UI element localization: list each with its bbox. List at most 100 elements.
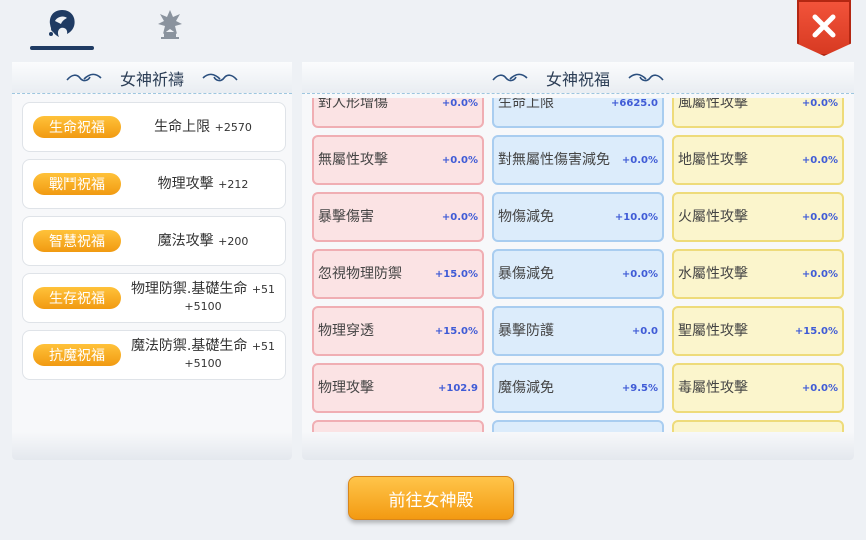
stat-value: +10.0% <box>614 211 658 223</box>
blessing-desc: 魔法攻擊 +200 <box>127 217 279 265</box>
stat-cell: 暴傷減免 +0.0% <box>492 249 664 299</box>
stat-name: 聖屬性攻擊 <box>678 322 748 339</box>
blessing-desc: 物理攻擊 +212 <box>127 160 279 208</box>
stat-value: +0.0% <box>441 211 478 223</box>
stat-cell: 物理穿透 +15.0% <box>312 306 484 356</box>
stat-cell: 毒屬性攻擊 +0.0% <box>672 363 844 413</box>
stat-value: +0.0% <box>801 268 838 280</box>
stats-scroll-area[interactable]: 對人形增傷 +0.0% 生命上限 +6625.0 風屬性攻擊 +0.0% 無屬性攻擊 +0.0… <box>312 98 844 456</box>
blessing-row: 戰鬥祝福 物理攻擊 +212 <box>22 159 286 209</box>
prayer-panel-footer <box>12 432 292 460</box>
blessing-row: 生存祝福 物理防禦.基礎生命 +51 +5100 <box>22 273 286 323</box>
goddess-head-icon <box>45 7 79 45</box>
stat-name: 火屬性攻擊 <box>678 208 748 225</box>
blessing-value-secondary: +5100 <box>184 357 222 370</box>
stat-value: +102.9 <box>437 382 478 394</box>
stats-panel-header: 女神祝福 <box>302 62 854 94</box>
stat-value: +15.0% <box>794 325 838 337</box>
stat-cell: 生命上限 +6625.0 <box>492 98 664 128</box>
stat-name: 暴擊傷害 <box>318 208 374 225</box>
go-to-goddess-temple-button[interactable]: 前往女神殿 <box>348 476 514 520</box>
stat-value: +0.0% <box>801 98 838 109</box>
stat-cell: 忽視物理防禦 +15.0% <box>312 249 484 299</box>
close-icon <box>811 13 837 43</box>
stat-name: 物理穿透 <box>318 322 374 339</box>
stat-cell: 地屬性攻擊 +0.0% <box>672 135 844 185</box>
stat-name: 水屬性攻擊 <box>678 265 748 282</box>
stat-cell: 暴擊防護 +0.0 <box>492 306 664 356</box>
blessing-stat: 魔法攻擊 <box>157 232 214 249</box>
blessing-tag: 智慧祝福 <box>33 230 121 252</box>
stat-name: 忽視物理防禦 <box>318 265 402 282</box>
stat-cell: 無屬性攻擊 +0.0% <box>312 135 484 185</box>
blessing-tag: 生存祝福 <box>33 287 121 309</box>
blessing-row: 智慧祝福 魔法攻擊 +200 <box>22 216 286 266</box>
blessing-value: +200 <box>218 234 249 248</box>
tab-crest[interactable] <box>138 6 202 46</box>
wave-ornament-icon <box>628 73 664 81</box>
stats-panel-footer <box>302 432 854 460</box>
stat-name: 無屬性攻擊 <box>318 151 388 168</box>
stat-name: 生命上限 <box>498 98 554 111</box>
stat-value: +0.0% <box>621 154 658 166</box>
tab-goddess[interactable] <box>30 6 94 50</box>
stat-name: 暴擊防護 <box>498 322 554 339</box>
stat-cell: 對無屬性傷害減免 +0.0% <box>492 135 664 185</box>
blessing-row: 生命祝福 生命上限 +2570 <box>22 102 286 152</box>
blessing-value: +2570 <box>214 120 252 134</box>
wave-ornament-icon <box>202 73 238 81</box>
stat-cell: 物理攻擊 +102.9 <box>312 363 484 413</box>
stat-value: +15.0% <box>434 268 478 280</box>
stat-value: +0.0% <box>621 268 658 280</box>
stat-name: 對無屬性傷害減免 <box>498 151 610 168</box>
stat-name: 暴傷減免 <box>498 265 554 282</box>
stats-grid: 對人形增傷 +0.0% 生命上限 +6625.0 風屬性攻擊 +0.0% 無屬性攻擊 +0.0… <box>312 98 844 456</box>
blessing-desc: 生命上限 +2570 <box>127 103 279 151</box>
blessing-value: +212 <box>218 177 249 191</box>
stats-panel-title: 女神祝福 <box>545 69 610 89</box>
stat-name: 毒屬性攻擊 <box>678 379 748 396</box>
stat-value: +6625.0 <box>611 98 658 109</box>
wave-ornament-icon <box>66 73 102 81</box>
stat-value: +0.0% <box>801 211 838 223</box>
stat-value: +9.5% <box>621 382 658 394</box>
blessing-tag: 生命祝福 <box>33 116 121 138</box>
crest-emblem-icon <box>156 8 184 44</box>
prayer-panel-header: 女神祈禱 <box>12 62 292 94</box>
stat-cell: 魔傷減免 +9.5% <box>492 363 664 413</box>
close-button[interactable] <box>797 0 851 56</box>
stat-name: 魔傷減免 <box>498 379 554 396</box>
blessing-stats-panel: 女神祝福 對人形增傷 +0.0% 生命上限 +6625.0 風屬性攻擊 +0.0% 無屬性攻… <box>302 62 854 460</box>
prayer-panel-title: 女神祈禱 <box>119 69 184 89</box>
blessing-stat: 生命上限 <box>154 118 211 135</box>
stat-name: 物理攻擊 <box>318 379 374 396</box>
blessing-value: +51 <box>251 340 276 353</box>
stat-cell: 聖屬性攻擊 +15.0% <box>672 306 844 356</box>
stat-value: +0.0% <box>441 154 478 166</box>
blessing-stat: 物理攻擊 <box>157 175 214 192</box>
stat-cell: 對人形增傷 +0.0% <box>312 98 484 128</box>
blessing-tag: 戰鬥祝福 <box>33 173 121 195</box>
goddess-window: 女神祈禱 生命祝福 生命上限 +2570 戰鬥祝福 物理攻擊 +212 智慧祝福… <box>0 0 866 540</box>
blessing-stat: 魔法防禦.基礎生命 <box>130 338 248 354</box>
stat-value: +0.0 <box>631 325 658 337</box>
prayer-panel: 女神祈禱 生命祝福 生命上限 +2570 戰鬥祝福 物理攻擊 +212 智慧祝福… <box>12 62 292 460</box>
stat-value: +0.0% <box>801 154 838 166</box>
blessing-desc: 物理防禦.基礎生命 +51 +5100 <box>127 274 279 322</box>
stat-value: +15.0% <box>434 325 478 337</box>
blessing-stat: 物理防禦.基礎生命 <box>130 281 248 297</box>
stat-cell: 水屬性攻擊 +0.0% <box>672 249 844 299</box>
wave-ornament-icon <box>492 73 528 81</box>
tab-bar <box>30 6 202 50</box>
blessing-desc: 魔法防禦.基礎生命 +51 +5100 <box>127 331 279 379</box>
stat-cell: 暴擊傷害 +0.0% <box>312 192 484 242</box>
stat-name: 對人形增傷 <box>318 98 388 111</box>
blessing-list: 生命祝福 生命上限 +2570 戰鬥祝福 物理攻擊 +212 智慧祝福 魔法攻擊… <box>22 102 286 387</box>
stat-name: 物傷減免 <box>498 208 554 225</box>
stat-value: +0.0% <box>441 98 478 109</box>
stat-name: 風屬性攻擊 <box>678 98 748 111</box>
stat-cell: 風屬性攻擊 +0.0% <box>672 98 844 128</box>
blessing-value: +51 <box>251 283 276 296</box>
blessing-row: 抗魔祝福 魔法防禦.基礎生命 +51 +5100 <box>22 330 286 380</box>
blessing-tag: 抗魔祝福 <box>33 344 121 366</box>
